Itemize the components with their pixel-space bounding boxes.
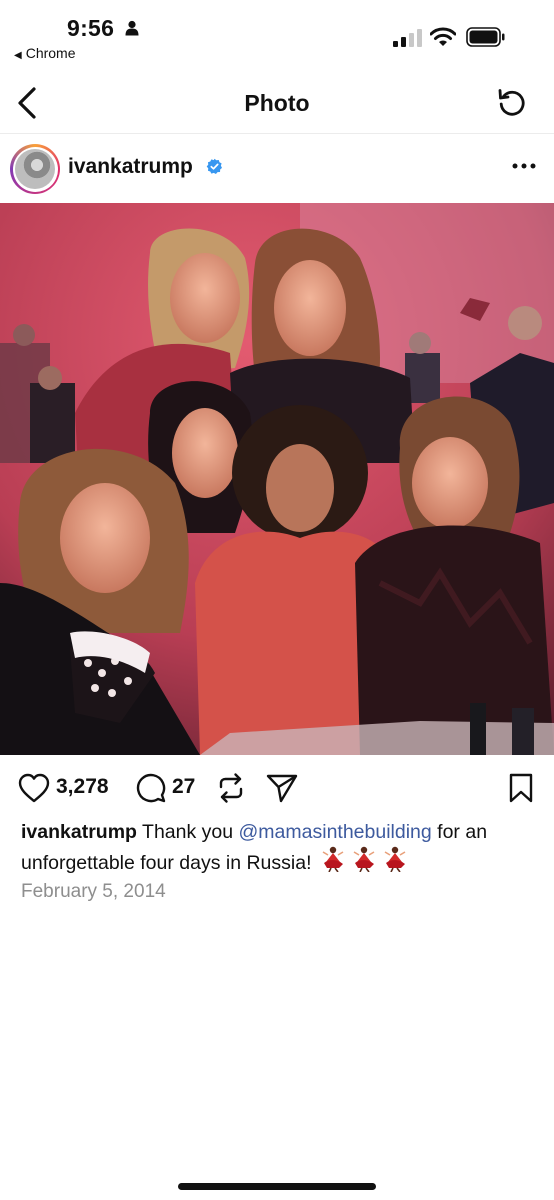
refresh-icon[interactable] — [496, 87, 528, 119]
post-photo[interactable] — [0, 203, 554, 755]
back-triangle-icon: ◀ — [14, 50, 22, 61]
signal-icon — [393, 29, 422, 47]
action-bar: 3,278 27 — [0, 765, 554, 811]
bookmark-icon[interactable] — [508, 773, 534, 803]
page-title: Photo — [244, 90, 310, 116]
post-date: February 5, 2014 — [21, 881, 166, 902]
battery-icon — [466, 27, 505, 47]
comment-count[interactable]: 27 — [172, 775, 195, 799]
caption-mention-link[interactable]: @mamasinthebuilding — [239, 821, 432, 843]
nav-bar: Photo — [0, 72, 554, 134]
share-icon[interactable] — [266, 773, 298, 803]
dancer-emoji — [321, 846, 413, 880]
post-caption: ivankatrump Thank you @mamasinthebuildin… — [21, 819, 541, 880]
caption-username[interactable]: ivankatrump — [21, 821, 137, 843]
heart-icon[interactable] — [18, 773, 50, 803]
post-header: ivankatrump — [0, 135, 554, 203]
home-indicator[interactable] — [178, 1183, 376, 1190]
caption-text-before: Thank you — [142, 821, 234, 843]
story-ring[interactable] — [10, 144, 60, 194]
person-icon — [125, 20, 139, 36]
status-time: 9:56 — [67, 15, 115, 41]
comment-icon[interactable] — [135, 773, 167, 803]
more-icon[interactable] — [512, 163, 536, 169]
wifi-icon — [430, 27, 456, 46]
post-username[interactable]: ivankatrump — [68, 155, 193, 179]
back-app-label: Chrome — [25, 45, 76, 61]
back-to-app-link[interactable]: ◀ Chrome — [14, 45, 76, 61]
verified-icon — [206, 158, 223, 175]
status-bar: 9:56 ◀ Chrome — [0, 0, 554, 70]
avatar[interactable] — [15, 149, 55, 189]
like-count[interactable]: 3,278 — [56, 775, 109, 799]
repost-icon[interactable] — [216, 772, 246, 804]
app-screen: 9:56 ◀ Chrome Photo ivankatrump 3,278 27… — [0, 0, 554, 1200]
